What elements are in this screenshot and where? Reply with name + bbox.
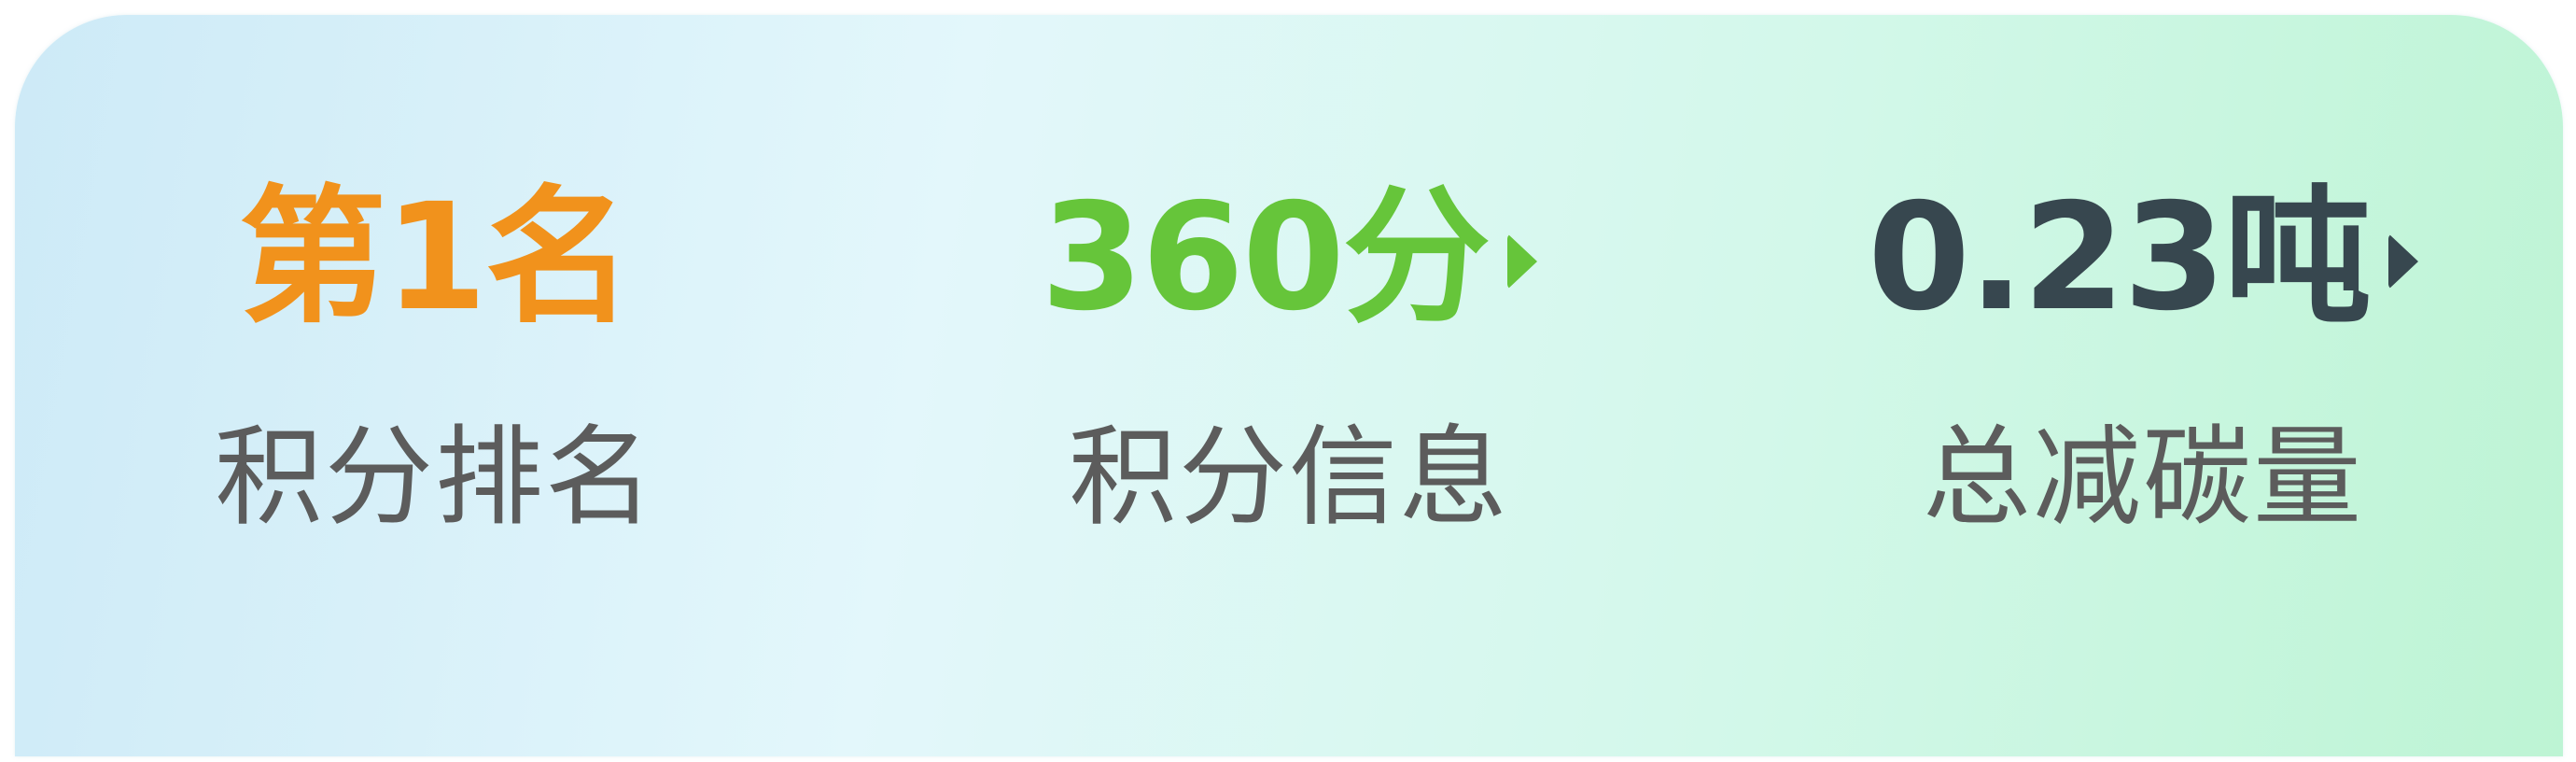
- ranking-label: 积分排名: [215, 415, 655, 541]
- carbon-value-row: 0.23吨: [1723, 164, 2563, 351]
- points-value-row: 360分: [869, 164, 1709, 351]
- caret-right-icon[interactable]: [1506, 233, 1537, 289]
- carbon-stat[interactable]: 0.23吨 总减碳量: [1723, 164, 2563, 543]
- points-label: 积分信息: [1069, 415, 1509, 541]
- ranking-value: 第1名: [239, 172, 633, 344]
- points-stat[interactable]: 360分 积分信息: [869, 164, 1709, 543]
- points-value: 360分: [1041, 172, 1491, 344]
- ranking-stat[interactable]: 第1名 积分排名: [15, 164, 855, 543]
- caret-right-icon[interactable]: [2387, 233, 2418, 289]
- carbon-value: 0.23吨: [1868, 172, 2372, 344]
- ranking-value-row: 第1名: [15, 164, 855, 351]
- carbon-label: 总减碳量: [1923, 415, 2363, 541]
- stats-card: 第1名 积分排名 360分 积分信息 0.23吨 总减碳量: [15, 15, 2563, 756]
